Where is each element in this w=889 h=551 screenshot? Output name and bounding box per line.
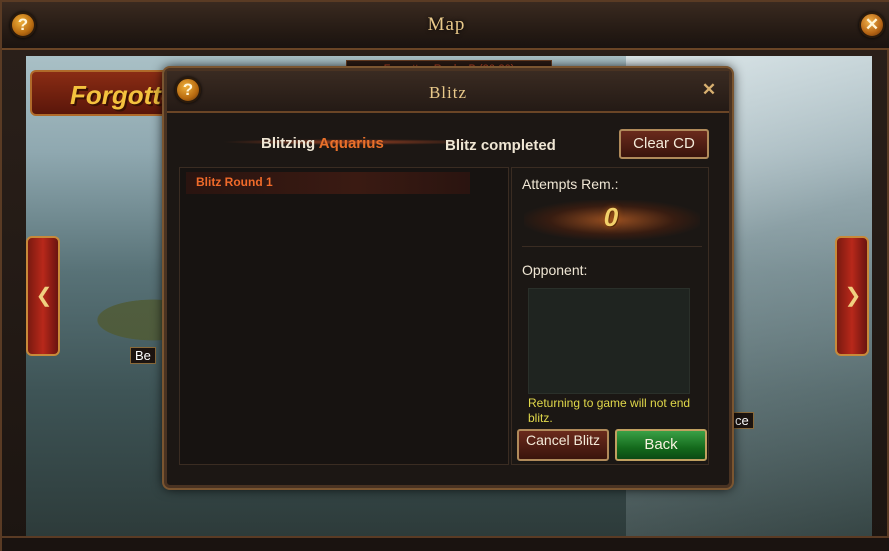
blitz-titlebar: ? Blitz ✕: [167, 71, 729, 113]
blitz-dialog: ? Blitz ✕ Blitzing Aquarius Blitz comple…: [164, 68, 732, 488]
realm-banner-text: Forgotte: [70, 80, 176, 110]
map-prev-arrow[interactable]: ❮: [26, 236, 60, 356]
blitz-log-panel: Blitz Round 1: [179, 167, 509, 465]
blitz-side-panel: Attempts Rem.: 0 Opponent: Returning to …: [511, 167, 709, 465]
blitzing-prefix: Blitzing: [261, 135, 316, 152]
realm-banner: Forgotte: [30, 70, 180, 116]
map-node-label-left[interactable]: Be: [130, 347, 156, 364]
back-button[interactable]: Back: [615, 429, 707, 461]
attempts-label: Attempts Rem.:: [522, 176, 619, 192]
map-node-label-right[interactable]: ce: [730, 412, 754, 429]
opponent-label: Opponent:: [522, 262, 588, 278]
blitzing-status: Blitzing Aquarius: [261, 135, 384, 152]
blitz-completed-text: Blitz completed: [445, 137, 556, 154]
return-note: Returning to game will not end blitz.: [528, 396, 691, 425]
map-titlebar: ? Map ✕: [2, 2, 889, 50]
map-title: Map: [427, 14, 466, 35]
cancel-blitz-button[interactable]: Cancel Blitz: [517, 429, 609, 461]
chevron-right-icon: ❯: [844, 285, 862, 307]
blitz-status-row: Blitzing Aquarius Blitz completed Clear …: [181, 125, 721, 159]
clear-cd-button[interactable]: Clear CD: [619, 129, 709, 159]
log-row: Blitz Round 1: [186, 172, 470, 194]
blitzing-target: Aquarius: [318, 135, 384, 152]
divider: [522, 246, 702, 247]
chevron-left-icon: ❮: [35, 285, 53, 307]
map-close-button[interactable]: ✕: [859, 12, 885, 38]
blitz-close-button[interactable]: ✕: [697, 79, 721, 103]
map-bottom-bar: [2, 536, 889, 551]
opponent-portrait: [528, 288, 690, 394]
blitz-title: Blitz: [428, 83, 468, 102]
map-next-arrow[interactable]: ❯: [835, 236, 869, 356]
attempts-value: 0: [603, 202, 619, 232]
